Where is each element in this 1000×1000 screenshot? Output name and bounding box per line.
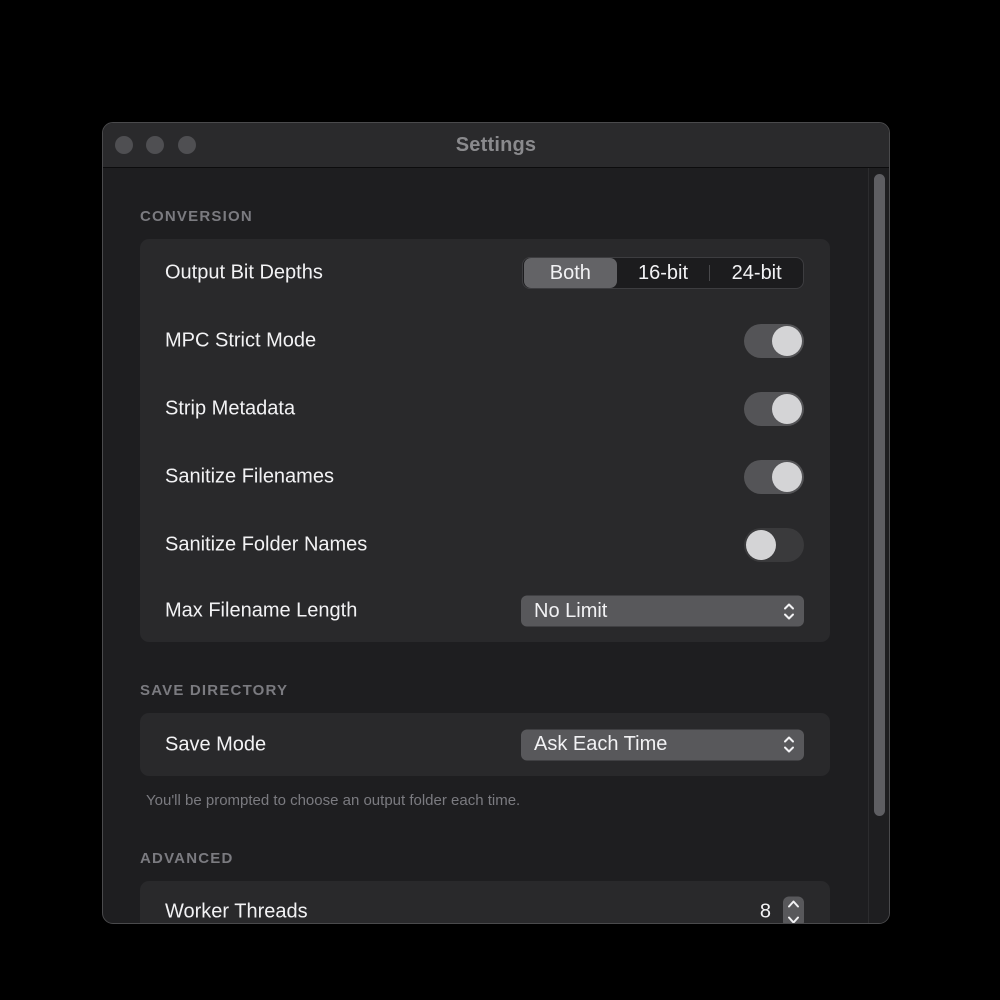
sanitize-folder-names-label: Sanitize Folder Names xyxy=(165,533,368,556)
strip-metadata-toggle[interactable] xyxy=(744,392,804,426)
row-worker-threads: Worker Threads 8 xyxy=(140,881,830,923)
mpc-strict-mode-toggle[interactable] xyxy=(744,324,804,358)
worker-threads-label: Worker Threads xyxy=(165,900,308,923)
advanced-card: Worker Threads 8 xyxy=(140,881,830,923)
row-sanitize-filenames: Sanitize Filenames xyxy=(140,443,830,511)
max-filename-length-label: Max Filename Length xyxy=(165,599,358,622)
settings-window: Settings CONVERSION Output Bit Depths Bo… xyxy=(102,122,890,924)
sanitize-filenames-label: Sanitize Filenames xyxy=(165,465,334,488)
settings-content: CONVERSION Output Bit Depths Both 16-bit… xyxy=(103,168,889,923)
save-mode-label: Save Mode xyxy=(165,733,267,755)
bit-depth-segmented-control[interactable]: Both 16-bit 24-bit xyxy=(522,257,804,289)
segment-24-bit[interactable]: 24-bit xyxy=(710,258,803,288)
row-max-filename-length: Max Filename Length No Limit xyxy=(140,577,830,645)
sanitize-filenames-toggle[interactable] xyxy=(744,460,804,494)
worker-threads-value: 8 xyxy=(759,900,771,923)
max-filename-length-popup[interactable]: No Limit xyxy=(521,595,804,627)
sanitize-folder-names-toggle[interactable] xyxy=(744,528,804,562)
segment-16-bit[interactable]: 16-bit xyxy=(617,258,710,288)
toggle-knob xyxy=(772,394,802,424)
chevron-up-down-icon xyxy=(784,736,794,753)
segment-both[interactable]: Both xyxy=(524,258,617,288)
save-mode-help-text: You'll be prompted to choose an output f… xyxy=(146,792,521,809)
row-sanitize-folder-names: Sanitize Folder Names xyxy=(140,511,830,579)
section-header-conversion: CONVERSION xyxy=(140,208,253,225)
title-bar[interactable]: Settings xyxy=(103,123,889,168)
chevron-up-down-icon xyxy=(784,603,794,619)
window-title: Settings xyxy=(455,134,537,156)
scrollbar-thumb[interactable] xyxy=(874,174,885,816)
toggle-knob xyxy=(772,326,802,356)
strip-metadata-label: Strip Metadata xyxy=(165,397,296,420)
conversion-card: Output Bit Depths Both 16-bit 24-bit MPC… xyxy=(140,239,830,642)
vertical-scrollbar[interactable] xyxy=(868,168,889,923)
mpc-strict-mode-label: MPC Strict Mode xyxy=(165,329,317,352)
row-mpc-strict-mode: MPC Strict Mode xyxy=(140,307,830,375)
section-header-save-directory: SAVE DIRECTORY xyxy=(140,682,289,699)
stepper-decrement-icon[interactable] xyxy=(783,913,804,924)
worker-threads-stepper[interactable] xyxy=(783,896,804,924)
max-filename-length-value: No Limit xyxy=(534,599,608,622)
section-header-advanced: ADVANCED xyxy=(140,850,234,867)
toggle-knob xyxy=(746,530,776,560)
toggle-knob xyxy=(772,462,802,492)
save-directory-card: Save Mode Ask Each Time xyxy=(140,713,830,776)
row-strip-metadata: Strip Metadata xyxy=(140,375,830,443)
output-bit-depths-label: Output Bit Depths xyxy=(165,261,323,284)
save-mode-value: Ask Each Time xyxy=(534,733,668,755)
row-output-bit-depths: Output Bit Depths Both 16-bit 24-bit xyxy=(140,239,830,307)
save-mode-popup[interactable]: Ask Each Time xyxy=(521,729,804,760)
row-save-mode: Save Mode Ask Each Time xyxy=(140,713,830,776)
stepper-increment-icon[interactable] xyxy=(783,897,804,912)
